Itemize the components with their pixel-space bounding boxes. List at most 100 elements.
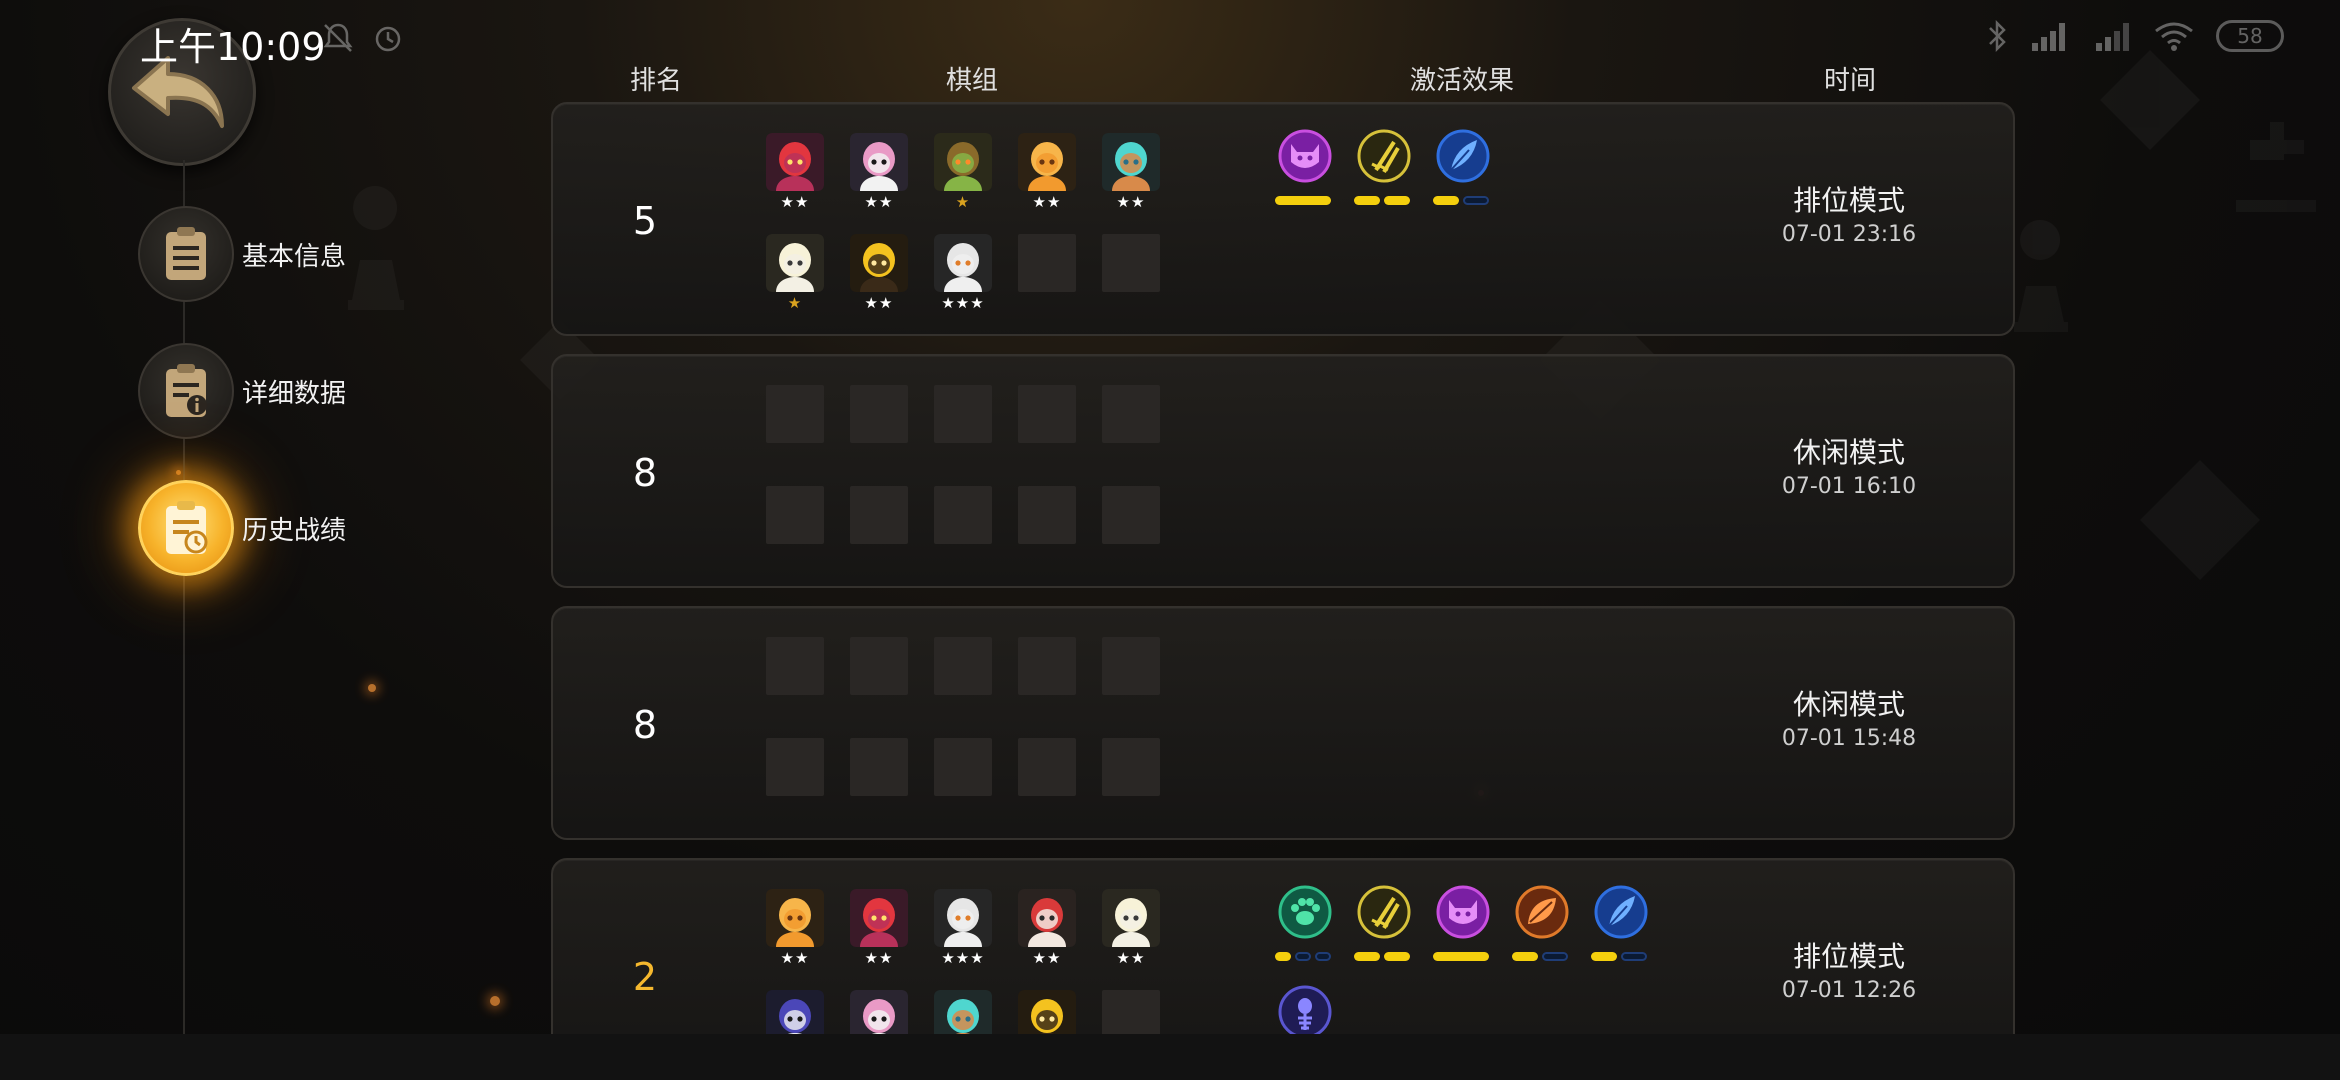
red-mask-piece-icon[interactable]: ★★ xyxy=(1018,889,1076,967)
yellow-dagger-trait-icon[interactable] xyxy=(1354,128,1412,205)
piece-stars: ★★ xyxy=(864,193,894,211)
empty-piece-slot xyxy=(850,486,908,544)
piece-stars: ★★★ xyxy=(941,949,985,967)
bluetooth-icon xyxy=(1989,19,2006,53)
empty-piece-slot xyxy=(934,738,992,796)
match-mode: 休闲模式 xyxy=(1792,688,1906,721)
ember-particle xyxy=(176,470,181,475)
bottom-bar xyxy=(0,1034,2340,1080)
match-datetime: 07-01 15:48 xyxy=(1781,726,1917,751)
trait-level-bar xyxy=(1542,952,1568,961)
orange-beast-piece-icon[interactable]: ★★ xyxy=(1018,133,1076,211)
alarm-clock-icon xyxy=(375,26,401,52)
piece-stars: ★★ xyxy=(1116,949,1146,967)
orange-beast-piece-icon[interactable]: ★★ xyxy=(766,889,824,967)
empty-piece-slot xyxy=(1018,385,1076,443)
teal-robot-piece-icon[interactable] xyxy=(934,990,992,1034)
white-hat-piece-icon[interactable]: ★★ xyxy=(1102,889,1160,967)
match-datetime: 07-01 12:26 xyxy=(1781,978,1917,1003)
piece-stars: ★★ xyxy=(780,193,810,211)
signal-hd-icon xyxy=(2032,23,2065,51)
empty-piece-slot xyxy=(850,385,908,443)
sidebar-item-label: 详细数据 xyxy=(242,378,347,409)
signal-icon xyxy=(2096,23,2129,51)
trait-level-bars xyxy=(1591,952,1647,961)
trait-level-bar xyxy=(1384,952,1410,961)
trait-level-bar xyxy=(1591,952,1617,961)
trait-level-bars xyxy=(1433,952,1489,961)
empty-piece-slot xyxy=(1102,385,1160,443)
trait-level-bar xyxy=(1433,196,1459,205)
pink-hair-skull-piece-icon[interactable]: ★★ xyxy=(850,133,908,211)
red-demon-piece-icon[interactable]: ★★ xyxy=(850,889,908,967)
trait-level-bars xyxy=(1512,952,1568,961)
wifi-icon xyxy=(2155,22,2193,51)
trait-level-bar xyxy=(1354,196,1380,205)
battery-indicator: 58 xyxy=(2216,20,2284,52)
red-demon-piece-icon[interactable]: ★★ xyxy=(766,133,824,211)
match-row[interactable]: 8 休闲模式 07-01 16:10 xyxy=(551,354,2015,588)
match-rank: 5 xyxy=(632,199,658,243)
trait-level-bars xyxy=(1433,196,1489,205)
green-ogre-piece-icon[interactable]: ★ xyxy=(934,133,992,211)
sidebar-item-match-history[interactable]: 历史战绩 xyxy=(138,480,346,576)
white-ghost-piece-icon[interactable]: ★★★ xyxy=(934,234,992,312)
purple-demon-trait-icon[interactable] xyxy=(1433,884,1491,961)
match-row[interactable]: 5 ★★ ★★ ★ ★★ ★★ ★ ★★ ★★★ 排位模式 07-01 23:16 xyxy=(551,102,2015,336)
sidebar-item-detailed-data[interactable]: 详细数据 xyxy=(138,343,346,439)
pink-hair-skull-piece-icon[interactable] xyxy=(850,990,908,1034)
sidebar-item-label: 历史战绩 xyxy=(242,515,347,546)
header-lineup: 棋组 xyxy=(945,66,999,96)
match-rank: 8 xyxy=(632,703,658,747)
ember-particle xyxy=(490,996,500,1006)
match-mode: 排位模式 xyxy=(1792,184,1906,217)
empty-piece-slot xyxy=(934,486,992,544)
empty-piece-slot xyxy=(766,637,824,695)
empty-piece-slot xyxy=(766,486,824,544)
piece-stars: ★★★ xyxy=(941,294,985,312)
piece-stars: ★★ xyxy=(864,949,894,967)
blue-feather-trait-icon[interactable] xyxy=(1433,128,1491,205)
sidebar-item-basic-info[interactable]: 基本信息 xyxy=(138,206,346,302)
piece-stars: ★★ xyxy=(1116,193,1146,211)
green-paw-trait-icon[interactable] xyxy=(1275,884,1333,961)
trait-level-bar xyxy=(1354,952,1380,961)
white-hat-piece-icon[interactable]: ★ xyxy=(766,234,824,312)
yellow-dagger-trait-icon[interactable] xyxy=(1354,884,1412,961)
white-ghost-piece-icon[interactable]: ★★★ xyxy=(934,889,992,967)
yellow-horn-piece-icon[interactable]: ★★ xyxy=(850,234,908,312)
yellow-horn-piece-icon[interactable] xyxy=(1018,990,1076,1034)
purple-demon-trait-icon[interactable] xyxy=(1275,128,1333,205)
empty-piece-slot xyxy=(934,637,992,695)
piece-stars: ★★ xyxy=(780,949,810,967)
indigo-fish-trait-icon[interactable] xyxy=(1277,984,1333,1034)
empty-piece-slot xyxy=(1102,486,1160,544)
match-rank: 2 xyxy=(632,955,658,999)
header-traits: 激活效果 xyxy=(1409,66,1515,96)
trait-level-bars xyxy=(1275,196,1331,205)
match-row[interactable]: 2 ★★ ★★ ★★★ ★★ ★★ 排位模式 07-01 12:26 xyxy=(551,858,2015,1034)
clipboard-history-icon xyxy=(138,480,234,576)
clipboard-info-icon xyxy=(138,343,234,439)
trait-level-bar xyxy=(1463,196,1489,205)
trait-level-bars xyxy=(1354,952,1410,961)
match-row[interactable]: 8 休闲模式 07-01 15:48 xyxy=(551,606,2015,840)
sidebar-item-label: 基本信息 xyxy=(242,241,347,272)
trait-level-bar xyxy=(1295,952,1311,961)
clipboard-icon xyxy=(138,206,234,302)
piece-stars: ★ xyxy=(955,193,971,211)
blue-hood-piece-icon[interactable] xyxy=(766,990,824,1034)
piece-stars: ★ xyxy=(787,294,803,312)
piece-stars: ★★ xyxy=(1032,193,1062,211)
empty-piece-slot xyxy=(766,738,824,796)
status-bar: 上午10:09 58 xyxy=(0,0,2340,78)
trait-level-bar xyxy=(1621,952,1647,961)
empty-piece-slot xyxy=(1102,990,1160,1034)
header-rank: 排名 xyxy=(629,66,683,96)
match-history-list[interactable]: 5 ★★ ★★ ★ ★★ ★★ ★ ★★ ★★★ 排位模式 07-01 23:16 8 休闲模式 07-0… xyxy=(551,102,2015,1034)
blue-feather-trait-icon[interactable] xyxy=(1591,884,1649,961)
ember-particle xyxy=(368,684,376,692)
teal-robot-piece-icon[interactable]: ★★ xyxy=(1102,133,1160,211)
match-mode: 排位模式 xyxy=(1792,940,1906,973)
orange-leaf-trait-icon[interactable] xyxy=(1512,884,1570,961)
